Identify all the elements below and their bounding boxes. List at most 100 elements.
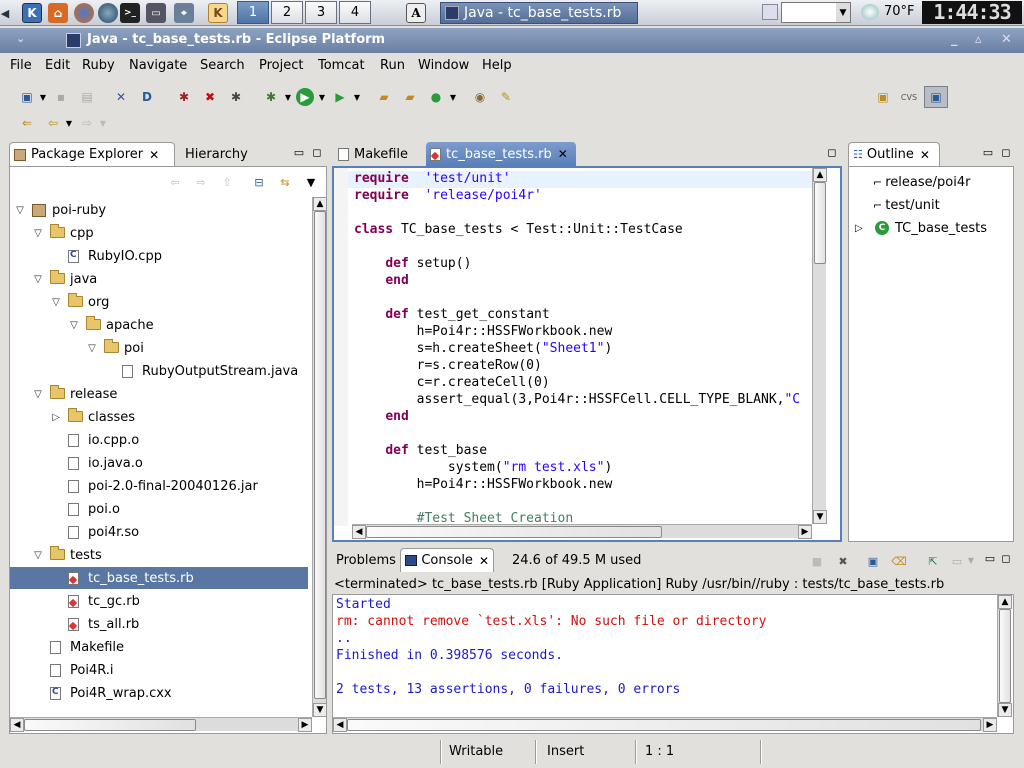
tree-item[interactable]: poi.o bbox=[10, 498, 308, 520]
menu-project[interactable]: Project bbox=[259, 58, 303, 73]
debug-clear-icon[interactable]: ✱ bbox=[227, 88, 245, 106]
expand-arrow-icon[interactable]: ▷ bbox=[50, 412, 62, 423]
scroll-thumb[interactable] bbox=[999, 609, 1011, 703]
new-class-dropdown-icon[interactable]: ▼ bbox=[444, 88, 462, 106]
network-icon[interactable]: ⌖ bbox=[174, 3, 194, 23]
menu-run[interactable]: Run bbox=[380, 58, 405, 73]
maximize-icon[interactable]: ▵ bbox=[975, 32, 982, 47]
pin-console-icon[interactable]: ⇱ bbox=[926, 554, 940, 568]
new-package-icon[interactable]: ▰ bbox=[401, 88, 419, 106]
menu-window[interactable]: Window bbox=[418, 58, 469, 73]
close-icon[interactable]: ✕ bbox=[479, 554, 489, 568]
workspace-3[interactable]: 3 bbox=[305, 1, 337, 24]
close-icon[interactable]: ✕ bbox=[149, 148, 159, 162]
menu-file[interactable]: File bbox=[10, 58, 32, 73]
home-icon[interactable]: ⌂ bbox=[48, 3, 68, 23]
scroll-left-arrow[interactable]: ◀ bbox=[333, 718, 347, 732]
tree-item[interactable]: ▽ poi bbox=[10, 337, 308, 359]
perspective-java-icon[interactable]: ▣ bbox=[874, 88, 892, 106]
clear-console-icon[interactable]: ⌫ bbox=[891, 554, 907, 568]
minimize-view-icon[interactable]: ▭ bbox=[984, 552, 996, 564]
view-menu-icon[interactable]: ▼ bbox=[304, 175, 318, 189]
desktop-icon[interactable]: ▭ bbox=[146, 3, 166, 23]
collapse-arrow-icon[interactable]: ▽ bbox=[32, 274, 44, 285]
tree-item[interactable]: RubyIO.cpp bbox=[10, 245, 308, 267]
scroll-thumb[interactable] bbox=[24, 719, 196, 731]
code-area[interactable]: require 'test/unit' require 'release/poi4… bbox=[334, 171, 814, 523]
console-output[interactable]: Started rm: cannot remove `test.xls': No … bbox=[333, 597, 993, 717]
tree-item[interactable]: tc_gc.rb bbox=[10, 590, 308, 612]
scroll-right-arrow[interactable]: ▶ bbox=[798, 525, 812, 539]
workspace-2[interactable]: 2 bbox=[271, 1, 303, 24]
scroll-thumb[interactable] bbox=[314, 211, 326, 699]
link-editor-icon[interactable]: ⇆ bbox=[278, 175, 292, 189]
search-icon[interactable] bbox=[762, 4, 778, 20]
left-arrow-icon[interactable]: ◀ bbox=[1, 6, 9, 20]
scroll-thumb[interactable] bbox=[366, 526, 662, 538]
scroll-thumb[interactable] bbox=[814, 182, 826, 264]
perspective-ruby-icon[interactable]: ▣ bbox=[924, 86, 948, 108]
close-icon[interactable]: ✕ bbox=[558, 147, 568, 161]
scroll-right-arrow[interactable]: ▶ bbox=[298, 718, 312, 732]
console-horizontal-scrollbar[interactable]: ◀ ▶ bbox=[333, 717, 997, 732]
tree-item[interactable]: ▷ classes bbox=[10, 406, 308, 428]
scroll-down-arrow[interactable]: ▼ bbox=[313, 703, 327, 717]
tree-item[interactable]: ▽ java bbox=[10, 268, 308, 290]
open-type-icon[interactable]: ◉ bbox=[471, 88, 489, 106]
search-tool-icon[interactable]: ✎ bbox=[497, 88, 515, 106]
collapse-arrow-icon[interactable]: ▽ bbox=[14, 205, 26, 216]
close-icon[interactable]: ✕ bbox=[1001, 32, 1012, 47]
editor-vertical-scrollbar[interactable]: ▲ ▼ bbox=[812, 168, 827, 524]
external-tools-dropdown-icon[interactable]: ▼ bbox=[348, 88, 366, 106]
scroll-down-arrow[interactable]: ▼ bbox=[813, 510, 827, 524]
tree-item[interactable]: poi4r.so bbox=[10, 521, 308, 543]
menu-tomcat[interactable]: Tomcat bbox=[318, 58, 365, 73]
collapse-all-icon[interactable]: ⊟ bbox=[252, 175, 266, 189]
chevron-down-icon[interactable]: ▼ bbox=[836, 3, 850, 22]
collapse-arrow-icon[interactable]: ▽ bbox=[32, 389, 44, 400]
explorer-horizontal-scrollbar[interactable]: ◀ ▶ bbox=[10, 717, 312, 732]
menu-help[interactable]: Help bbox=[482, 58, 512, 73]
outline-item[interactable]: ▷ C TC_base_tests bbox=[855, 217, 987, 239]
menu-ruby[interactable]: Ruby bbox=[82, 58, 115, 73]
font-icon[interactable]: A bbox=[406, 3, 426, 23]
browser-icon[interactable] bbox=[98, 3, 118, 23]
debug-stop-icon[interactable]: ✖ bbox=[201, 88, 219, 106]
collapse-arrow-icon[interactable]: ▽ bbox=[32, 550, 44, 561]
remove-all-icon[interactable]: ▣ bbox=[866, 554, 880, 568]
back-history-icon[interactable]: ⇐ bbox=[18, 114, 36, 132]
scroll-up-arrow[interactable]: ▲ bbox=[813, 168, 827, 182]
remove-launch-icon[interactable]: ✖ bbox=[836, 554, 850, 568]
firefox-icon[interactable] bbox=[74, 3, 94, 23]
back-dropdown-icon[interactable]: ▼ bbox=[60, 114, 78, 132]
scroll-down-arrow[interactable]: ▼ bbox=[998, 703, 1012, 717]
tree-item[interactable]: Poi4R.i bbox=[10, 659, 308, 681]
outline-item[interactable]: ⌐ test/unit bbox=[873, 194, 940, 216]
perspective-cvs-icon[interactable]: CVS bbox=[900, 88, 918, 106]
editor-horizontal-scrollbar[interactable]: ◀ ▶ bbox=[352, 524, 812, 539]
tree-item[interactable]: poi-2.0-final-20040126.jar bbox=[10, 475, 308, 497]
run-dropdown-icon[interactable]: ▼ bbox=[313, 88, 331, 106]
new-folder-icon[interactable]: ▰ bbox=[375, 88, 393, 106]
tree-item[interactable]: ▽ poi-ruby bbox=[10, 199, 308, 221]
tree-item[interactable]: ▽ cpp bbox=[10, 222, 308, 244]
new-class-icon[interactable]: ● bbox=[427, 88, 445, 106]
maximize-view-icon[interactable]: ◻ bbox=[1000, 146, 1012, 158]
minimize-view-icon[interactable]: ▭ bbox=[293, 146, 305, 158]
debug-run-icon[interactable]: ✱ bbox=[262, 88, 280, 106]
tree-item[interactable]: ts_all.rb bbox=[10, 613, 308, 635]
export-x-icon[interactable]: ✕ bbox=[112, 88, 130, 106]
search-combo[interactable]: ▼ bbox=[781, 2, 851, 23]
window-titlebar[interactable]: ⌄ Java - tc_base_tests.rb - Eclipse Plat… bbox=[0, 28, 1024, 53]
tree-item[interactable]: io.cpp.o bbox=[10, 429, 308, 451]
run-icon[interactable]: ▶ bbox=[296, 88, 314, 106]
scroll-left-arrow[interactable]: ◀ bbox=[352, 525, 366, 539]
expand-arrow-icon[interactable]: ▷ bbox=[855, 223, 869, 234]
collapse-arrow-icon[interactable]: ▽ bbox=[68, 320, 80, 331]
menu-search[interactable]: Search bbox=[200, 58, 245, 73]
tree-item[interactable]: RubyOutputStream.java bbox=[10, 360, 308, 382]
debug-dropdown-icon[interactable]: ▼ bbox=[279, 88, 297, 106]
external-tools-icon[interactable]: ▶ bbox=[331, 88, 349, 106]
window-menu-icon[interactable]: ⌄ bbox=[16, 32, 25, 45]
outline-item[interactable]: ⌐ release/poi4r bbox=[873, 171, 970, 193]
